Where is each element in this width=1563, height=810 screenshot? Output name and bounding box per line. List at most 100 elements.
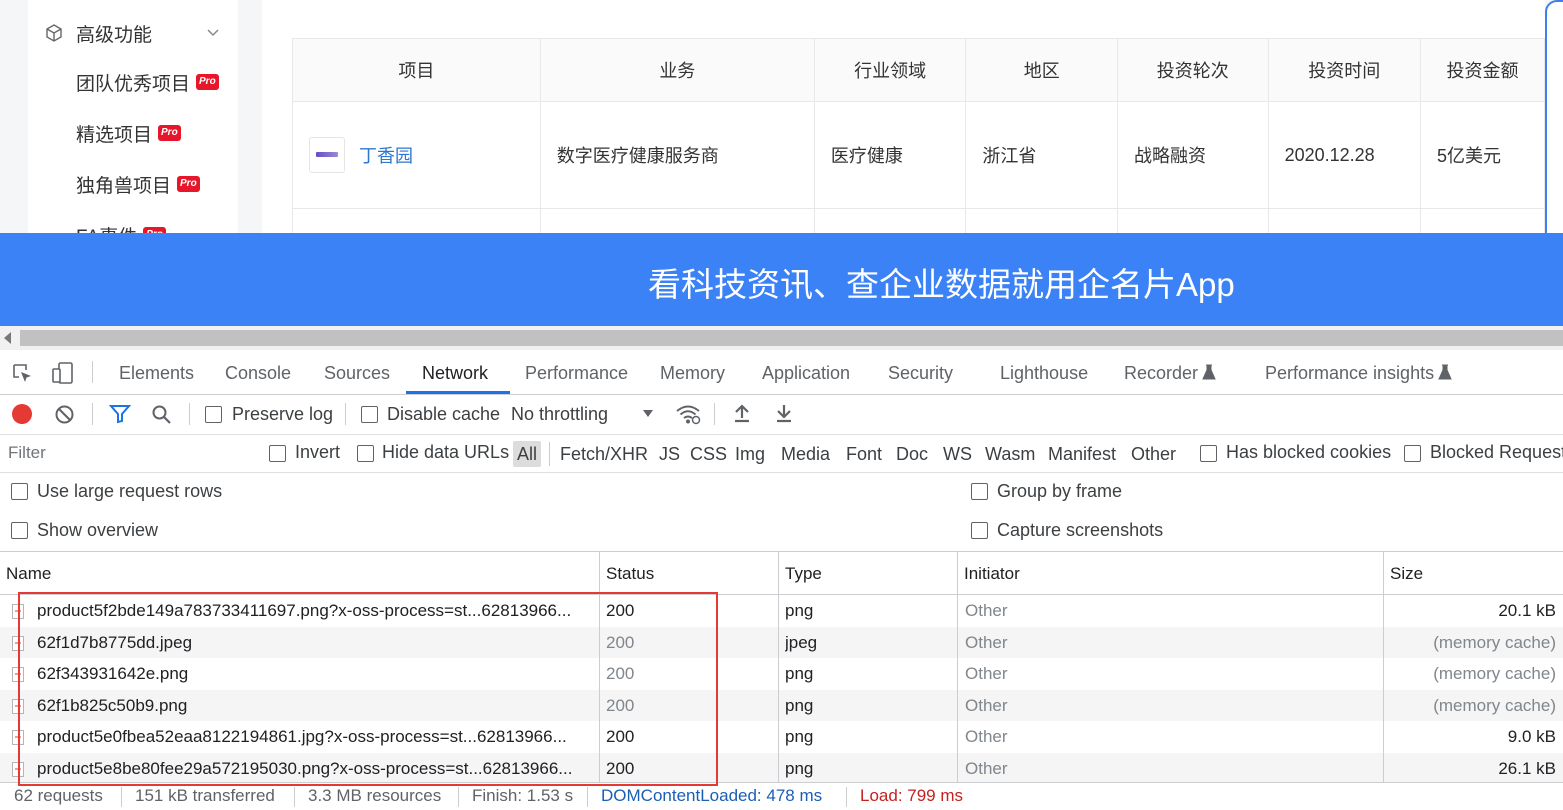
device-toolbar-icon[interactable] (51, 361, 75, 385)
network-conditions-icon[interactable] (675, 403, 701, 425)
project-link[interactable]: 丁香园 (359, 146, 413, 166)
request-initiator: Other (965, 601, 1008, 620)
disable-cache-label[interactable]: Disable cache (387, 404, 500, 425)
show-overview-checkbox[interactable] (11, 522, 28, 539)
dropdown-arrow-icon[interactable] (642, 409, 654, 419)
type-filter-js[interactable]: JS (659, 441, 680, 467)
request-initiator: Other (965, 632, 1008, 652)
request-row[interactable]: 62f343931642e.png 200 png Other (memory … (0, 658, 1563, 690)
tab-performance-insights[interactable]: Performance insights (1265, 350, 1434, 394)
type-filter-wasm[interactable]: Wasm (985, 441, 1035, 467)
col-header-size[interactable]: Size (1384, 552, 1423, 594)
import-har-icon[interactable] (733, 403, 751, 423)
tab-lighthouse[interactable]: Lighthouse (1000, 350, 1088, 394)
tab-recorder[interactable]: Recorder (1124, 350, 1198, 394)
type-filter-img[interactable]: Img (735, 441, 765, 467)
request-type: png (785, 759, 814, 778)
throttling-select[interactable]: No throttling (511, 404, 608, 425)
request-size: 26.1 kB (1498, 759, 1556, 778)
show-overview-label[interactable]: Show overview (37, 520, 158, 541)
export-har-icon[interactable] (775, 403, 793, 423)
request-row[interactable]: product5f2bde149a783733411697.png?x-oss-… (0, 595, 1563, 627)
col-header-name[interactable]: Name (0, 552, 51, 594)
invert-checkbox[interactable] (269, 445, 286, 462)
tab-network[interactable]: Network (422, 350, 488, 394)
sidebar-item-team-projects[interactable]: 团队优秀项目 Pro (76, 67, 219, 97)
has-blocked-cookies-checkbox[interactable] (1200, 445, 1217, 462)
type-filter-media[interactable]: Media (781, 441, 830, 467)
pro-badge: Pro (196, 74, 219, 90)
col-header-status[interactable]: Status (600, 552, 654, 594)
capture-screenshots-checkbox[interactable] (971, 522, 988, 539)
col-header-industry: 行业领域 (813, 38, 967, 102)
tab-elements[interactable]: Elements (119, 350, 194, 394)
horizontal-scrollbar[interactable] (0, 326, 1563, 350)
sidebar-group-advanced[interactable]: 高级功能 (28, 14, 238, 52)
request-row[interactable]: product5e8be80fee29a572195030.png?x-oss-… (0, 753, 1563, 785)
clear-icon[interactable] (54, 404, 75, 425)
network-status-bar: 62 requests 151 kB transferred 3.3 MB re… (0, 782, 1563, 810)
preserve-log-checkbox[interactable] (205, 406, 222, 423)
disable-cache-checkbox[interactable] (361, 406, 378, 423)
request-type: png (785, 727, 814, 747)
large-rows-label[interactable]: Use large request rows (37, 481, 222, 502)
blocked-requests-checkbox[interactable] (1404, 445, 1421, 462)
request-row[interactable]: 62f1b825c50b9.png 200 png Other (memory … (0, 689, 1563, 722)
capture-screenshots-label[interactable]: Capture screenshots (997, 520, 1163, 541)
record-icon[interactable] (12, 404, 32, 424)
tab-sources[interactable]: Sources (324, 350, 390, 394)
type-filter-other[interactable]: Other (1131, 441, 1176, 467)
search-icon[interactable] (151, 404, 172, 425)
request-name: product5e8be80fee29a572195030.png?x-oss-… (37, 759, 573, 778)
tab-performance[interactable]: Performance (525, 350, 628, 394)
filter-input[interactable] (4, 439, 256, 467)
filter-icon[interactable] (109, 404, 131, 424)
request-type: jpeg (785, 632, 818, 652)
project-cell[interactable]: 丁香园 (292, 101, 541, 209)
type-filter-all[interactable]: All (513, 441, 542, 467)
hide-data-urls-checkbox[interactable] (357, 445, 374, 462)
request-name: 62f1d7b8775dd.jpeg (37, 632, 193, 652)
request-row[interactable]: product5e0fbea52eaa8122194861.jpg?x-oss-… (0, 721, 1563, 753)
large-rows-checkbox[interactable] (11, 483, 28, 500)
app-promo-banner[interactable]: 看科技资讯、查企业数据就用企名片App (0, 233, 1563, 326)
col-header-type[interactable]: Type (779, 552, 822, 594)
request-initiator: Other (965, 727, 1008, 747)
inspect-element-icon[interactable] (11, 362, 35, 386)
banner-text: 看科技资讯、查企业数据就用企名片App (648, 266, 1235, 303)
tab-application[interactable]: Application (762, 350, 850, 394)
sidebar-item-selected-projects[interactable]: 精选项目 Pro (76, 118, 181, 148)
image-file-icon (12, 698, 24, 714)
scrollbar-thumb[interactable] (20, 330, 1563, 346)
blocked-requests-label[interactable]: Blocked Requests (1430, 442, 1563, 463)
type-filter-css[interactable]: CSS (690, 441, 727, 467)
col-header-region: 地区 (965, 38, 1118, 102)
type-filter-doc[interactable]: Doc (896, 441, 928, 467)
col-header-initiator[interactable]: Initiator (958, 552, 1020, 594)
chevron-down-icon[interactable] (206, 26, 220, 40)
scroll-left-icon[interactable] (4, 332, 11, 344)
devtools-tab-bar: Elements Console Sources Network Perform… (0, 350, 1563, 395)
type-filter-fetch-xhr[interactable]: Fetch/XHR (560, 441, 648, 467)
tab-security[interactable]: Security (888, 350, 953, 394)
preserve-log-label[interactable]: Preserve log (232, 404, 333, 425)
tab-console[interactable]: Console (225, 350, 291, 394)
sidebar: 高级功能 团队优秀项目 Pro 精选项目 Pro 独角兽项目 Pro FA事件 … (28, 0, 238, 248)
group-by-frame-checkbox[interactable] (971, 483, 988, 500)
col-header-date: 投资时间 (1267, 38, 1422, 102)
type-filter-manifest[interactable]: Manifest (1048, 441, 1116, 467)
hide-data-urls-label[interactable]: Hide data URLs (382, 442, 509, 463)
has-blocked-cookies-label[interactable]: Has blocked cookies (1226, 442, 1391, 463)
type-filter-ws[interactable]: WS (943, 441, 972, 467)
type-filter-font[interactable]: Font (846, 441, 882, 467)
load-time: Load: 799 ms (860, 786, 964, 805)
tab-memory[interactable]: Memory (660, 350, 725, 394)
round-cell: 战略融资 (1117, 101, 1269, 209)
invert-label[interactable]: Invert (295, 442, 340, 463)
flask-icon (1438, 364, 1452, 380)
group-by-frame-label[interactable]: Group by frame (997, 481, 1122, 502)
table-header-row: 项目 业务 行业领域 地区 投资轮次 投资时间 投资金额 (292, 38, 1545, 102)
sidebar-item-unicorn-projects[interactable]: 独角兽项目 Pro (76, 169, 200, 199)
network-settings: Use large request rows Show overview Gro… (0, 473, 1563, 552)
request-row[interactable]: 62f1d7b8775dd.jpeg 200 jpeg Other (memor… (0, 626, 1563, 659)
